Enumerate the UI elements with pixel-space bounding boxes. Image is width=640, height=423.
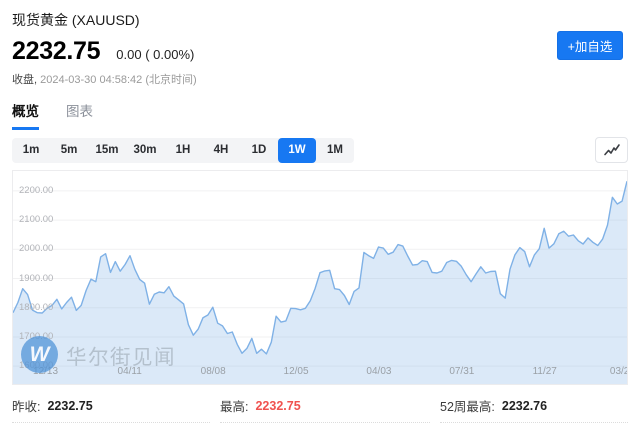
- last-price: 2232.75: [12, 37, 100, 66]
- stat-prev-close: 昨收: 2232.75: [12, 390, 210, 423]
- timeframe-1m[interactable]: 1m: [12, 138, 50, 163]
- x-axis-label: 11/27: [533, 366, 557, 377]
- line-chart-icon: [603, 142, 621, 158]
- quote-page: 现货黄金 (XAUUSD) 2232.75 0.00 ( 0.00%) +加自选…: [0, 0, 640, 423]
- x-axis-label: 12/05: [284, 366, 309, 377]
- x-axis-label: 04/03: [366, 366, 391, 377]
- y-axis-label: 1700.00: [19, 331, 53, 342]
- timeframe-row: 1m 5m 15m 30m 1H 4H 1D 1W 1M: [12, 137, 628, 163]
- price-area: [13, 181, 627, 384]
- quote-timestamp: 2024-03-30 04:58:42 (北京时间): [40, 74, 197, 86]
- x-axis-label: 12/13: [33, 366, 58, 377]
- market-status: 收盘,: [12, 74, 37, 86]
- y-axis-label: 1800.00: [19, 302, 53, 313]
- instrument-title: 现货黄金 (XAUUSD): [12, 10, 628, 30]
- quote-header: 现货黄金 (XAUUSD) 2232.75 0.00 ( 0.00%) +加自选…: [0, 0, 640, 87]
- x-axis-label: 03/2: [610, 366, 628, 377]
- timeframe-4h[interactable]: 4H: [202, 138, 240, 163]
- x-axis-label: 04/11: [118, 366, 142, 377]
- chart-canvas: [13, 171, 627, 384]
- tab-chart[interactable]: 图表: [66, 100, 93, 130]
- timeframe-1h[interactable]: 1H: [164, 138, 202, 163]
- stat-52w-high: 52周最高: 2232.76: [440, 390, 628, 423]
- timeframe-30m[interactable]: 30m: [126, 138, 164, 163]
- price-row: 2232.75 0.00 ( 0.00%): [12, 37, 628, 66]
- y-axis-label: 2200.00: [19, 185, 53, 196]
- stat-high: 最高: 2232.75: [220, 390, 430, 423]
- x-axis-label: 07/31: [449, 366, 474, 377]
- stats-grid: 昨收: 2232.75 最高: 2232.75 52周最高: 2232.76 今…: [12, 390, 628, 423]
- timeframe-1m-month[interactable]: 1M: [316, 138, 354, 163]
- market-status-row: 收盘, 2024-03-30 04:58:42 (北京时间): [12, 71, 628, 87]
- price-chart[interactable]: W 华尔街见闻 2200.002100.002000.001900.001800…: [12, 170, 628, 385]
- add-watchlist-button[interactable]: +加自选: [557, 31, 623, 60]
- timeframe-1d[interactable]: 1D: [240, 138, 278, 163]
- timeframe-15m[interactable]: 15m: [88, 138, 126, 163]
- price-change: 0.00 ( 0.00%): [116, 47, 194, 62]
- y-axis-label: 2000.00: [19, 243, 53, 254]
- timeframe-5m[interactable]: 5m: [50, 138, 88, 163]
- tab-overview[interactable]: 概览: [12, 100, 39, 130]
- y-axis-label: 1900.00: [19, 273, 53, 284]
- y-axis-label: 2100.00: [19, 214, 53, 225]
- x-axis-label: 08/08: [201, 366, 226, 377]
- timeframe-selector: 1m 5m 15m 30m 1H 4H 1D 1W 1M: [12, 138, 354, 163]
- view-tabs: 概览 图表: [12, 100, 628, 130]
- chart-type-button[interactable]: [595, 137, 628, 163]
- timeframe-1w[interactable]: 1W: [278, 138, 316, 163]
